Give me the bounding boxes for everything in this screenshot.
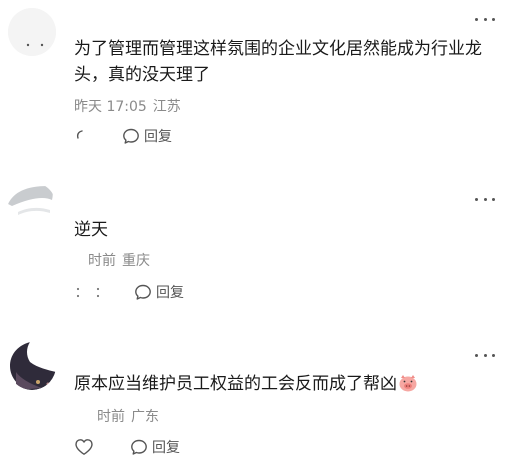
comment-actions: 回复 — [74, 126, 172, 146]
comment-meta: 昨天 17:05 江苏 — [74, 98, 187, 116]
reply-button[interactable]: 回复 — [130, 437, 180, 457]
speech-bubble-icon — [123, 128, 139, 144]
more-dots-icon — [475, 353, 478, 357]
heart-outline-icon — [96, 287, 100, 298]
comment-actions: 回复 — [74, 437, 180, 457]
comment-text: 原本应当维护员工权益的工会反而成了帮凶 — [74, 371, 504, 397]
reply-label: 回复 — [156, 285, 184, 301]
more-dots-icon — [475, 197, 478, 201]
speech-bubble-icon — [131, 439, 147, 455]
like-button[interactable] — [74, 283, 84, 301]
avatar[interactable] — [8, 342, 56, 390]
more-options-button[interactable] — [475, 196, 495, 202]
comment-text: 逆天 — [74, 220, 108, 240]
comment-time: 时前 — [88, 253, 116, 269]
comment-text: 为了管理而管理这样氛围的企业文化居然能成为行业龙头，真的没天理了 — [74, 39, 482, 85]
comment-location: 江苏 — [152, 99, 181, 115]
reply-label: 回复 — [152, 440, 180, 456]
comment-location: 重庆 — [122, 253, 150, 269]
more-dots-icon — [475, 17, 478, 21]
comment-time: 昨天 17:05 — [74, 99, 147, 115]
more-options-button[interactable] — [475, 352, 495, 358]
heart-outline-icon — [75, 439, 93, 455]
reply-button[interactable]: 回复 — [134, 282, 184, 302]
comment-time: 时前 — [97, 409, 125, 425]
pig-face-emoji — [398, 373, 418, 393]
avatar[interactable] — [8, 182, 56, 230]
heart-outline-icon — [76, 130, 83, 139]
more-options-button[interactable] — [475, 16, 495, 22]
comment-meta: 时前 广东 — [97, 408, 165, 426]
avatar[interactable] — [8, 8, 56, 56]
comment-actions: 回复 — [74, 282, 184, 302]
comment-text-body: 原本应当维护员工权益的工会反而成了帮凶 — [74, 374, 397, 394]
comment-meta: 时前 重庆 — [88, 252, 156, 270]
like-button[interactable] — [74, 127, 84, 145]
speech-bubble-icon — [135, 284, 151, 300]
heart-outline-icon — [76, 287, 80, 298]
like-button[interactable] — [92, 283, 104, 301]
like-button[interactable] — [74, 438, 94, 456]
comment-location: 广东 — [131, 409, 159, 425]
reply-label: 回复 — [144, 129, 172, 145]
reply-button[interactable]: 回复 — [122, 126, 172, 146]
